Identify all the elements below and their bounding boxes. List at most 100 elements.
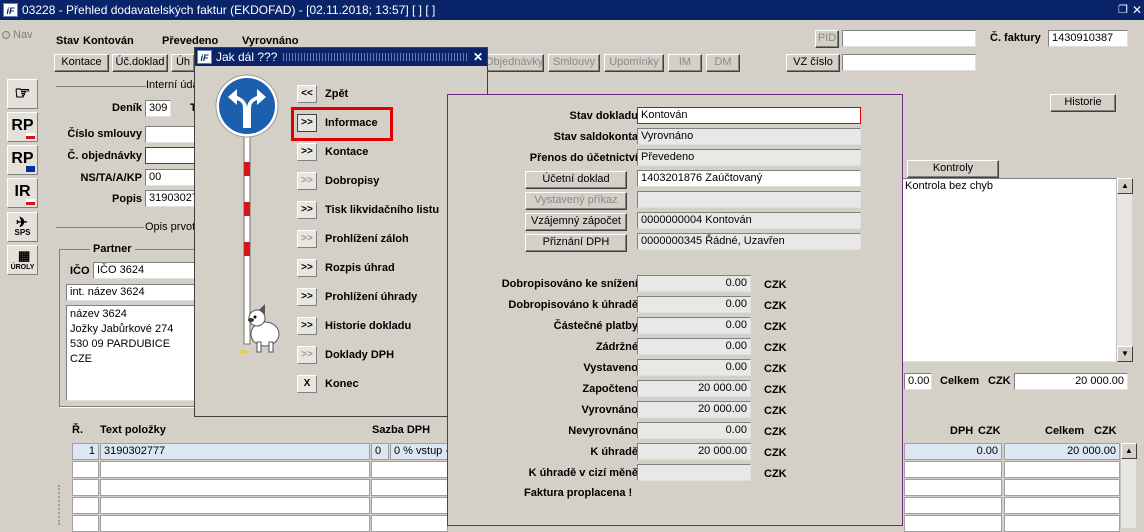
c-objednavky-field[interactable] — [145, 147, 195, 164]
tisk-button[interactable]: >> — [297, 201, 317, 219]
kontace-button[interactable]: Kontace — [54, 54, 109, 72]
pid-button[interactable]: PID — [815, 30, 839, 48]
table-cell[interactable] — [904, 497, 1002, 514]
informace-button[interactable]: >> — [297, 114, 317, 132]
scroll-up-icon[interactable]: ▲ — [1117, 178, 1133, 194]
table-cell[interactable] — [1004, 461, 1120, 478]
ico-field[interactable]: IČO 3624 — [93, 262, 195, 279]
prohlizeni-zaloh-label[interactable]: Prohlížení záloh — [325, 230, 409, 248]
rp-cz-icon[interactable]: RP — [7, 112, 38, 142]
dialog-close-icon[interactable]: ✕ — [473, 48, 483, 66]
table-cell[interactable] — [371, 515, 448, 532]
ns-field[interactable]: 00 — [145, 169, 195, 186]
prohlizeni-zaloh-button[interactable]: >> — [297, 230, 317, 248]
historie-dokladu-button[interactable]: >> — [297, 317, 317, 335]
objednavky-button[interactable]: Objednávky — [484, 54, 544, 72]
scroll-up-icon[interactable]: ▲ — [1121, 443, 1137, 459]
zpet-button[interactable]: << — [297, 85, 317, 103]
ucdoklad-button[interactable]: Úč.doklad — [112, 54, 168, 72]
table-cell[interactable] — [904, 461, 1002, 478]
table-cell[interactable] — [100, 461, 370, 478]
kontroly-tab[interactable]: Kontroly — [907, 160, 999, 178]
kontace-menu-label[interactable]: Kontace — [325, 143, 368, 161]
scroll-down-icon[interactable]: ▼ — [1117, 346, 1133, 362]
int-nazev-field[interactable]: int. název 3624 — [66, 284, 195, 301]
vystaveny-prikaz-button[interactable]: Vystavený příkaz — [525, 192, 627, 210]
sps-icon[interactable]: ✈ SPS — [7, 212, 38, 242]
interni-uda-label: Interní úda — [146, 79, 199, 91]
tisk-label[interactable]: Tisk likvidačního listu — [325, 201, 439, 219]
dm-button[interactable]: DM — [706, 54, 740, 72]
popis-field[interactable]: 31903027 — [145, 190, 195, 207]
row-text[interactable]: 3190302777 — [100, 443, 370, 460]
vz-cislo-field[interactable] — [842, 54, 976, 71]
celkem-czk-label: CZK — [988, 375, 1011, 387]
uroly-icon[interactable]: ▦ ÚROLY — [7, 245, 38, 275]
ucetni-doklad-button[interactable]: Účetní doklad — [525, 171, 627, 189]
nav-label: Nav — [13, 29, 33, 41]
table-cell[interactable] — [371, 497, 448, 514]
historie-dokladu-label[interactable]: Historie dokladu — [325, 317, 411, 335]
table-cell[interactable] — [100, 497, 370, 514]
table-cell[interactable] — [371, 479, 448, 496]
rozpis-uhrad-label[interactable]: Rozpis úhrad — [325, 259, 395, 277]
table-cell[interactable] — [100, 515, 370, 532]
nav-radio-icon[interactable] — [2, 31, 10, 39]
col-celkem-header: Celkem — [1045, 425, 1085, 437]
vz-cislo-button[interactable]: VZ číslo — [786, 54, 840, 72]
smlouvy-button[interactable]: Smlouvy — [548, 54, 600, 72]
cislo-smlouvy-field[interactable] — [145, 126, 195, 143]
address-field[interactable]: název 3624 Jožky Jabůrkové 274 530 09 PA… — [66, 305, 195, 401]
row-sazba[interactable]: 0 — [371, 443, 389, 460]
konec-button[interactable]: X — [297, 375, 317, 393]
hand-tool-icon[interactable]: ☞ — [7, 79, 38, 109]
doklady-dph-button[interactable]: >> — [297, 346, 317, 364]
close-window-icon[interactable]: ✕ — [1132, 0, 1142, 20]
rp-eu-icon[interactable]: RP — [7, 145, 38, 175]
rozpis-uhrad-button[interactable]: >> — [297, 259, 317, 277]
zpet-label[interactable]: Zpět — [325, 85, 348, 103]
address-line: CZE — [70, 353, 92, 365]
priznani-dph-button[interactable]: Přiznání DPH — [525, 234, 627, 252]
informace-label[interactable]: Informace — [325, 114, 378, 132]
kontroly-scrollbar[interactable]: ▲ ▼ — [1116, 178, 1133, 362]
table-cell[interactable] — [371, 461, 448, 478]
prohlizeni-uhrady-label[interactable]: Prohlížení úhrady — [325, 288, 417, 306]
amount-value: 20 000.00 — [637, 380, 751, 397]
restore-icon[interactable]: ❐ — [1118, 0, 1128, 20]
table-cell[interactable] — [72, 479, 99, 496]
denik-field[interactable]: 309 — [145, 100, 171, 117]
drag-handle-icon[interactable] — [58, 485, 64, 525]
ns-label: NS/TA/A/KP — [80, 172, 142, 184]
dobropisy-label[interactable]: Dobropisy — [325, 172, 379, 190]
table-cell[interactable] — [72, 515, 99, 532]
table-cell[interactable] — [72, 461, 99, 478]
vzajemny-zapocet-button[interactable]: Vzájemný zápočet — [525, 213, 627, 231]
ir-cz-icon[interactable]: IR — [7, 178, 38, 208]
uhrady-button[interactable]: Úh — [171, 54, 195, 72]
stav-dokladu-field[interactable]: Kontován — [637, 107, 861, 124]
table-cell[interactable] — [1004, 479, 1120, 496]
table-cell[interactable] — [100, 479, 370, 496]
table-cell[interactable] — [1004, 515, 1120, 532]
kontace-menu-button[interactable]: >> — [297, 143, 317, 161]
prohlizeni-uhrady-button[interactable]: >> — [297, 288, 317, 306]
table-cell[interactable] — [904, 479, 1002, 496]
upominky-button[interactable]: Upomínky — [604, 54, 664, 72]
col-celkem-czk-header: CZK — [1094, 425, 1117, 437]
table-cell[interactable] — [904, 515, 1002, 532]
table-scrollbar[interactable]: ▲ — [1120, 443, 1137, 528]
row-num[interactable]: 1 — [72, 443, 99, 460]
dobropisy-button[interactable]: >> — [297, 172, 317, 190]
row-dph[interactable]: 0.00 — [904, 443, 1002, 460]
konec-label[interactable]: Konec — [325, 375, 359, 393]
table-cell[interactable] — [1004, 497, 1120, 514]
cislo-faktury-field[interactable]: 1430910387 — [1048, 30, 1128, 47]
pid-field[interactable] — [842, 30, 976, 47]
row-sazba-text[interactable]: 0 % vstup - d — [390, 443, 448, 460]
table-cell[interactable] — [72, 497, 99, 514]
im-button[interactable]: IM — [668, 54, 702, 72]
row-celkem[interactable]: 20 000.00 — [1004, 443, 1120, 460]
doklady-dph-label[interactable]: Doklady DPH — [325, 346, 394, 364]
historie-button[interactable]: Historie — [1050, 94, 1116, 112]
